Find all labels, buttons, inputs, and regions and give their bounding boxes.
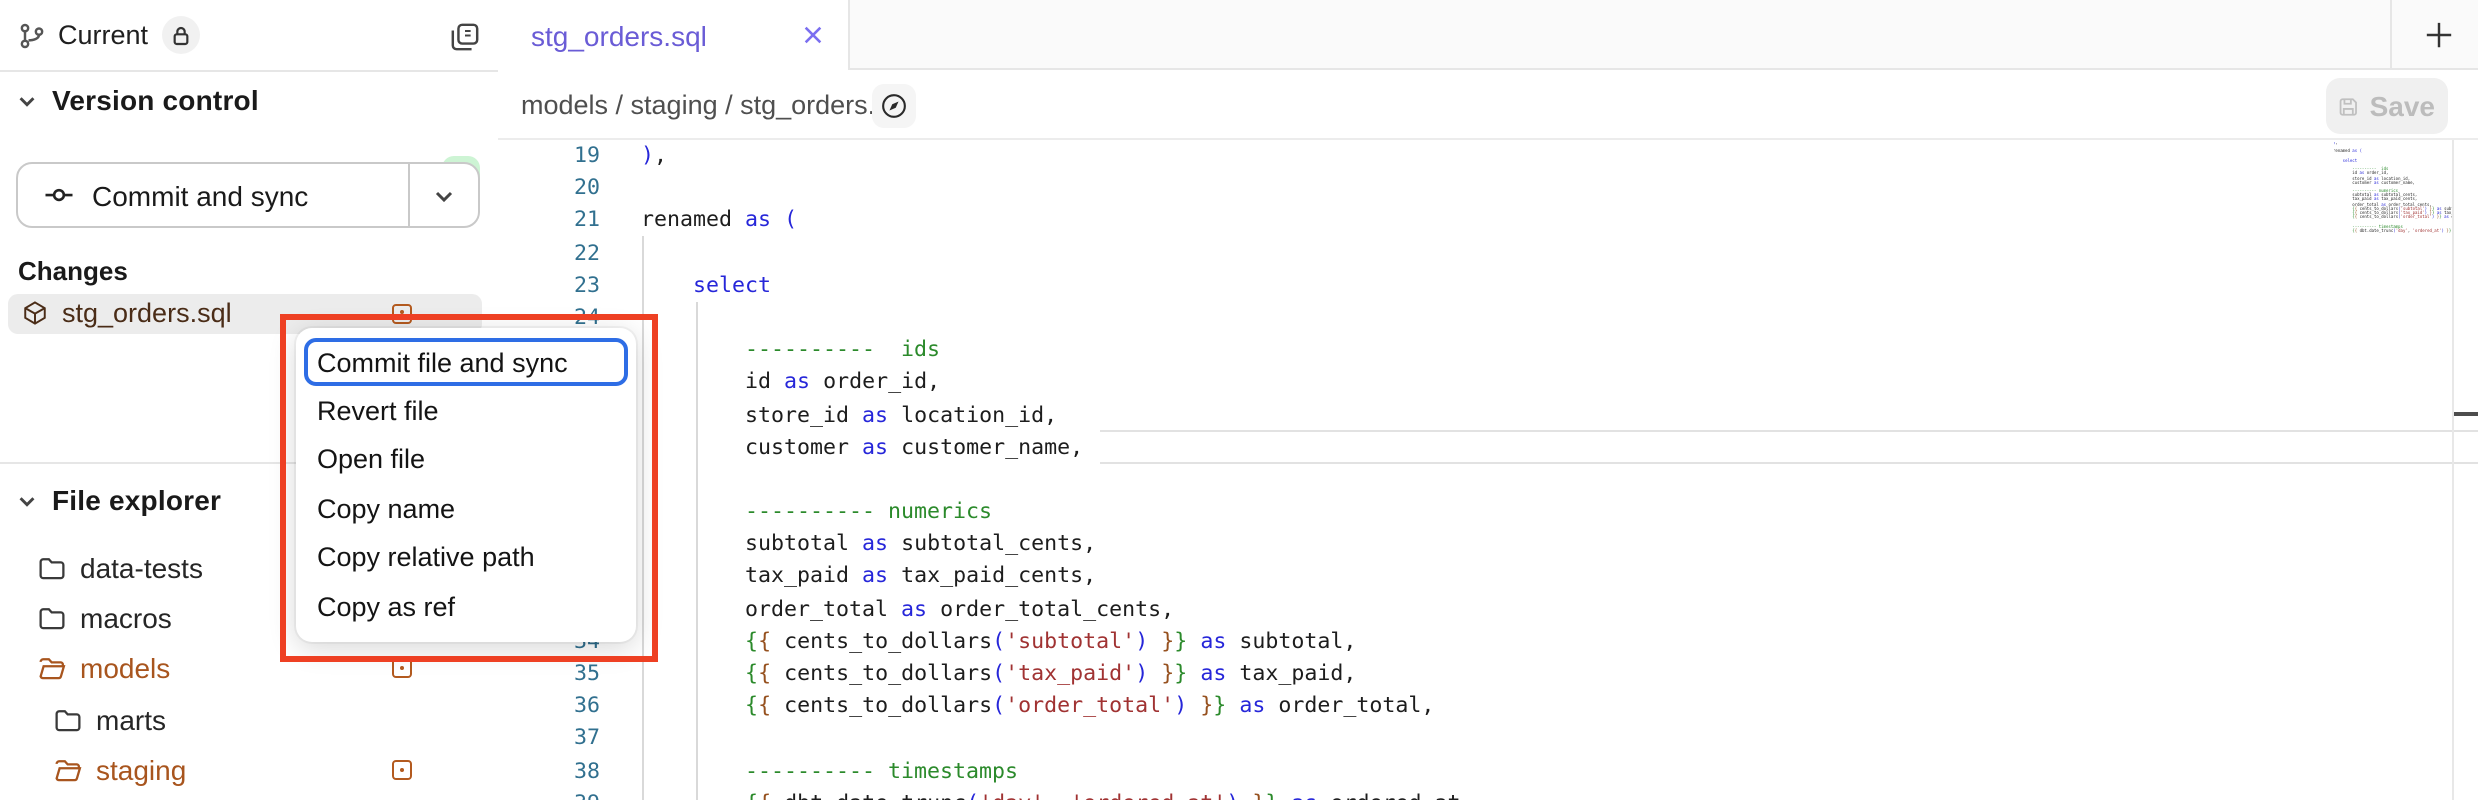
line-number: 23 — [497, 270, 600, 302]
line-number: 36 — [497, 690, 600, 722]
file-explorer-title: File explorer — [52, 484, 221, 516]
code-line-39: 39 {{ dbt.date_trunc('day', 'ordered_at'… — [497, 788, 2478, 800]
commit-options-dropdown[interactable] — [410, 164, 478, 226]
commit-and-sync-split-button: Commit and sync — [16, 162, 480, 228]
code-line-26: 26 id as order_id, — [497, 367, 2478, 399]
folder-icon — [54, 706, 82, 734]
save-label: Save — [2370, 90, 2435, 122]
code-line-33: 33 order_total as order_total_cents, — [497, 593, 2478, 625]
tab-strip: stg_orders.sql — [497, 0, 2478, 70]
context-menu-item-commit-file-and-sync[interactable]: Commit file and sync — [303, 338, 628, 386]
folder-label: data-tests — [80, 551, 203, 583]
code-line-29: 29 — [497, 464, 2478, 496]
indent-guide — [641, 236, 643, 800]
line-number: 20 — [497, 172, 600, 204]
save-disk-icon — [2337, 93, 2358, 119]
file-modified-badge-icon — [392, 303, 412, 323]
code-line-27: 27 store_id as location_id, — [497, 399, 2478, 431]
folder-modified-badge-icon — [392, 761, 412, 781]
file-explorer-item-marts[interactable]: marts — [0, 694, 497, 745]
folder-open-icon — [38, 655, 66, 683]
git-branch-icon — [18, 21, 46, 49]
line-number: 39 — [497, 788, 600, 800]
version-control-title: Version control — [52, 84, 259, 116]
new-tab-plus-icon[interactable] — [2420, 16, 2458, 54]
lock-icon — [172, 25, 190, 45]
folder-label: models — [80, 653, 170, 685]
code-line-38: 38 ---------- timestamps — [497, 755, 2478, 787]
context-menu-item-copy-relative-path[interactable]: Copy relative path — [296, 533, 635, 582]
context-menu-item-copy-as-ref[interactable]: Copy as ref — [296, 582, 635, 631]
context-menu-item-revert-file[interactable]: Revert file — [296, 386, 635, 435]
breadcrumb-bar: models / staging / stg_orders.sql Save — [497, 70, 2478, 140]
code-line-25: 25 ---------- ids — [497, 334, 2478, 366]
code-line-28: 28 customer as customer_name, — [497, 431, 2478, 463]
code-line-19: 19), — [497, 140, 2478, 172]
code-line-23: 23 select — [497, 270, 2478, 302]
code-line-21: 21renamed as ( — [497, 205, 2478, 237]
minimap-border — [2452, 140, 2454, 800]
branch-bar: Current — [0, 0, 497, 70]
code-line-36: 36 {{ cents_to_dollars('order_total') }}… — [497, 690, 2478, 722]
code-line-31: 31 subtotal as subtotal_cents, — [497, 529, 2478, 561]
line-number: 22 — [497, 237, 600, 269]
code-line-24: 24 — [497, 302, 2478, 334]
minimap[interactable]: ),renamed as ( select ---------- ids id … — [2333, 142, 2452, 236]
line-number: 37 — [497, 723, 600, 755]
chevron-down-icon — [432, 183, 456, 207]
model-cube-icon — [22, 300, 48, 326]
line-number: 19 — [497, 140, 600, 172]
code-editor[interactable]: 19),2021renamed as (2223 select2425 ----… — [497, 140, 2478, 800]
save-button[interactable]: Save — [2325, 78, 2447, 134]
minimap-line: {{ cents_to_dollars('order_total') }} as… — [2333, 216, 2452, 220]
active-line-top-border — [1099, 430, 2478, 432]
tab-title: stg_orders.sql — [531, 19, 707, 51]
folder-icon — [38, 604, 66, 632]
minimap-line: {{ dbt.date_trunc('day', 'ordered_at') }… — [2333, 230, 2452, 234]
code-lines: 19),2021renamed as (2223 select2425 ----… — [497, 140, 2478, 800]
context-menu-item-open-file[interactable]: Open file — [296, 435, 635, 484]
code-line-32: 32 tax_paid as tax_paid_cents, — [497, 561, 2478, 593]
folder-open-icon — [54, 757, 82, 785]
chevron-down-icon — [16, 89, 38, 111]
commit-and-sync-button[interactable]: Commit and sync — [18, 164, 408, 226]
code-line-20: 20 — [497, 172, 2478, 204]
code-line-30: 30 ---------- numerics — [497, 496, 2478, 528]
copy-branch-icon[interactable] — [449, 22, 479, 52]
dbt-ide-window: Current Version control 1 — [0, 0, 2478, 800]
chevron-down-icon — [16, 489, 38, 511]
code-line-22: 22 — [497, 237, 2478, 269]
code-line-34: 34 {{ cents_to_dollars('subtotal') }} as… — [497, 626, 2478, 658]
lineage-compass-icon[interactable] — [871, 83, 915, 127]
scrollbar-thumb[interactable] — [2453, 411, 2478, 415]
folder-modified-badge-icon — [392, 659, 412, 679]
changes-heading: Changes — [18, 256, 128, 286]
indent-guide — [695, 302, 697, 800]
file-explorer-item-staging[interactable]: staging — [0, 745, 497, 796]
folder-label: macros — [80, 602, 172, 634]
folder-icon — [38, 553, 66, 581]
context-menu-item-copy-name[interactable]: Copy name — [296, 484, 635, 533]
file-explorer-item-models[interactable]: models — [0, 644, 497, 695]
branch-lock-badge — [162, 16, 200, 54]
version-control-header[interactable]: Version control 1 — [0, 76, 497, 124]
branch-name: Current — [58, 20, 148, 50]
tab-stg-orders[interactable]: stg_orders.sql — [497, 0, 849, 70]
folder-label: marts — [96, 704, 166, 736]
commit-icon — [44, 180, 74, 210]
changed-file-name: stg_orders.sql — [62, 298, 232, 328]
breadcrumb: models / staging / stg_orders.sql — [521, 70, 910, 140]
code-line-35: 35 {{ cents_to_dollars('tax_paid') }} as… — [497, 658, 2478, 690]
active-line-bottom-border — [1099, 463, 2478, 465]
line-number: 38 — [497, 755, 600, 787]
code-line-37: 37 — [497, 723, 2478, 755]
line-number: 35 — [497, 658, 600, 690]
line-number: 21 — [497, 205, 600, 237]
commit-and-sync-label: Commit and sync — [92, 179, 308, 211]
close-tab-icon[interactable] — [801, 24, 823, 46]
folder-label: staging — [96, 755, 186, 787]
file-context-menu: Commit file and syncRevert fileOpen file… — [296, 328, 635, 641]
